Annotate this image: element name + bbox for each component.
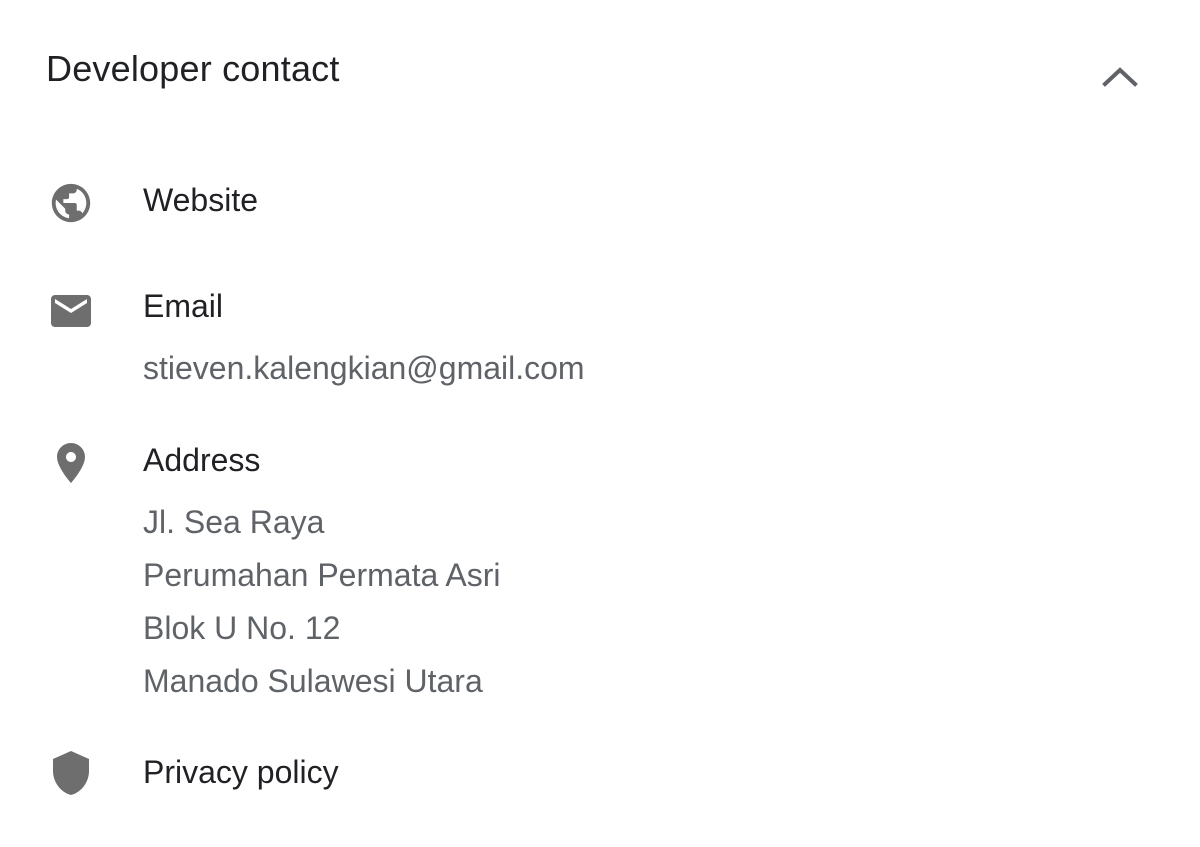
envelope-icon [46,286,96,336]
email-row[interactable]: Email stieven.kalengkian@gmail.com [0,282,1200,402]
section-title: Developer contact [46,48,340,89]
chevron-up-icon [1102,67,1138,87]
developer-contact-page: Developer contact Website Email stieven.… [0,0,1200,847]
location-pin-icon [46,438,96,488]
email-address: stieven.kalengkian@gmail.com [143,350,585,386]
address-line: Perumahan Permata Asri [143,557,501,593]
address-label: Address [143,442,261,478]
website-row[interactable]: Website [0,170,1200,240]
email-label: Email [143,288,224,324]
address-line: Jl. Sea Raya [143,504,325,540]
address-line: Blok U No. 12 [143,610,341,646]
collapse-button[interactable] [1092,52,1148,100]
privacy-policy-row[interactable]: Privacy policy [0,742,1200,812]
developer-contact-header[interactable]: Developer contact [0,0,1200,140]
shield-icon [46,748,96,798]
globe-icon [46,178,96,228]
address-row[interactable]: Address Jl. Sea Raya Perumahan Permata A… [0,436,1200,706]
website-label: Website [143,182,259,218]
address-line: Manado Sulawesi Utara [143,663,483,699]
privacy-policy-label: Privacy policy [143,754,339,790]
